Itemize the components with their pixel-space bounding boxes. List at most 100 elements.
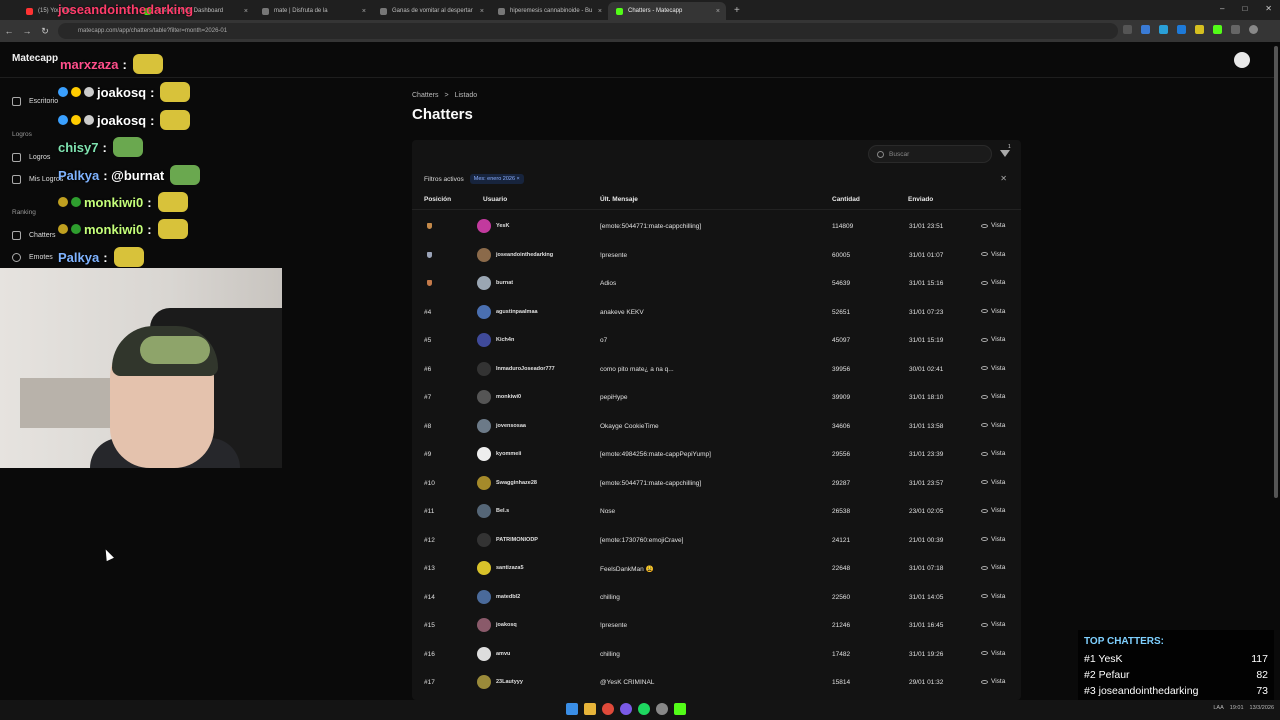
row-username: InmaduroJoseador777 xyxy=(496,365,555,372)
file-explorer-icon[interactable] xyxy=(584,703,596,715)
webcam-overlay xyxy=(0,268,282,468)
tab-close-icon[interactable]: × xyxy=(244,8,248,15)
table-row[interactable]: #11 Bel.s Nose 26538 23/01 02:05 Vista xyxy=(412,497,1021,526)
kick-icon[interactable] xyxy=(674,703,686,715)
reload-icon[interactable]: ↻ xyxy=(36,26,54,37)
row-count: 29556 xyxy=(832,451,851,458)
view-button[interactable]: Vista xyxy=(981,564,1005,571)
browser-tab[interactable]: hiperemesis cannabinoide - Bu × xyxy=(490,2,608,20)
extension-icon[interactable] xyxy=(1177,25,1186,34)
sidebar-item-chatters[interactable]: Chatters xyxy=(12,231,55,240)
column-last-message[interactable]: Últ. Mensaje xyxy=(600,196,638,203)
close-window-button[interactable]: ✕ xyxy=(1265,4,1272,13)
view-button[interactable]: Vista xyxy=(981,621,1005,628)
extensions-menu-icon[interactable] xyxy=(1231,25,1240,34)
bookmark-icon[interactable] xyxy=(1123,25,1132,34)
brand-logo[interactable]: Matecapp xyxy=(12,53,58,64)
tab-close-icon[interactable]: × xyxy=(598,8,602,15)
maximize-button[interactable]: □ xyxy=(1242,4,1247,13)
eye-icon xyxy=(981,309,988,313)
view-button[interactable]: Vista xyxy=(981,422,1005,429)
sidebar-item-mis-logros[interactable]: Mis Logros xyxy=(12,175,63,184)
table-row[interactable]: #10 Swagginhaze28 [emote:5044771:mate-capp… xyxy=(412,469,1021,498)
browser-tab[interactable]: Chatters - Matecapp × xyxy=(608,2,726,20)
filter-chip-month[interactable]: Mes: enero 2026 × xyxy=(469,174,524,184)
view-button[interactable]: Vista xyxy=(981,450,1005,457)
row-username: jovensosaa xyxy=(496,422,526,429)
back-icon[interactable]: ← xyxy=(0,26,18,36)
table-row[interactable]: #4 agustinpaalmaa anakeve KEKV 52651 31/01 0… xyxy=(412,298,1021,327)
browser-tab[interactable]: mate | Disfruta de la × xyxy=(254,2,372,20)
filter-icon[interactable] xyxy=(1000,150,1010,157)
app-icon[interactable] xyxy=(656,703,668,715)
tab-favicon-icon xyxy=(26,7,33,15)
tray-date[interactable]: 13/3/2026 xyxy=(1250,705,1274,711)
breadcrumb-chatters[interactable]: Chatters xyxy=(412,92,438,99)
windows-start-icon[interactable] xyxy=(566,703,578,715)
sidebar-item-logros[interactable]: Logros xyxy=(12,153,50,162)
extension-icon[interactable] xyxy=(1213,25,1222,34)
table-row[interactable]: YesK [emote:5044771:mate-cappchilling] 114… xyxy=(412,212,1021,241)
table-row[interactable]: #14 matedbl2 chilling 22560 31/01 14:05 Vista xyxy=(412,583,1021,612)
view-button[interactable]: Vista xyxy=(981,393,1005,400)
view-button[interactable]: Vista xyxy=(981,479,1005,486)
search-input[interactable]: Buscar xyxy=(868,145,992,163)
table-row[interactable]: #13 santizaza5 FeelsDankMan 😩 22648 31/01 07… xyxy=(412,554,1021,583)
column-position[interactable]: Posición xyxy=(424,196,451,203)
column-sent[interactable]: Enviado xyxy=(908,196,933,203)
chat-username: joakosq xyxy=(97,112,147,128)
column-count[interactable]: Cantidad xyxy=(832,196,860,203)
tab-close-icon[interactable]: × xyxy=(480,8,484,15)
sidebar-item-emotes[interactable]: Emotes xyxy=(12,253,53,262)
view-button[interactable]: Vista xyxy=(981,336,1005,343)
browser-tab[interactable]: Ganas de vomitar al despertar × xyxy=(372,2,490,20)
spotify-icon[interactable] xyxy=(638,703,650,715)
forward-icon[interactable]: → xyxy=(18,26,36,36)
table-row[interactable]: #5 Kich4n o7 45097 31/01 15:19 Vista xyxy=(412,326,1021,355)
sidebar-item-escritorio[interactable]: Escritorio xyxy=(12,97,58,106)
view-button[interactable]: Vista xyxy=(981,308,1005,315)
top-chatter-row: #2 Pefaur 82 xyxy=(1084,667,1268,683)
view-button[interactable]: Vista xyxy=(981,279,1005,286)
view-button[interactable]: Vista xyxy=(981,536,1005,543)
view-button[interactable]: Vista xyxy=(981,365,1005,372)
extension-icon[interactable] xyxy=(1195,25,1204,34)
table-row[interactable]: #12 PATRIMONIODP [emote:1730760:emojiCrave… xyxy=(412,526,1021,555)
table-row[interactable]: joseandointhedarking !presente 60005 31/01 … xyxy=(412,241,1021,270)
view-button[interactable]: Vista xyxy=(981,650,1005,657)
page-scrollbar[interactable] xyxy=(1274,46,1278,498)
view-button[interactable]: Vista xyxy=(981,222,1005,229)
tab-close-icon[interactable]: × xyxy=(362,8,366,15)
table-row[interactable]: #8 jovensosaa Okayge CookieTime 34606 31/01 … xyxy=(412,412,1021,441)
tray-language[interactable]: LAA xyxy=(1213,705,1223,711)
user-avatar[interactable] xyxy=(1234,52,1250,68)
obs-icon[interactable] xyxy=(620,703,632,715)
tab-close-icon[interactable]: × xyxy=(716,8,720,15)
view-button[interactable]: Vista xyxy=(981,507,1005,514)
profile-icon[interactable] xyxy=(1249,25,1258,34)
row-count: 24121 xyxy=(832,536,851,544)
extension-icon[interactable] xyxy=(1141,25,1150,34)
table-row[interactable]: burnat Adios 54639 31/01 15:16 Vista xyxy=(412,269,1021,298)
row-last-message: [emote:5044771:mate-cappchilling] xyxy=(600,479,702,487)
row-sent: 31/01 23:51 xyxy=(909,223,944,230)
chrome-icon[interactable] xyxy=(602,703,614,715)
url-input[interactable]: matecapp.com/app/chatters/table?filter=m… xyxy=(58,23,1118,39)
table-row[interactable]: #16 amvu chilling 17482 31/01 19:26 Vista xyxy=(412,640,1021,669)
view-button[interactable]: Vista xyxy=(981,678,1005,685)
table-row[interactable]: #9 kyommeii [emote:4984256:mate-cappPepiYu… xyxy=(412,440,1021,469)
chat-message: marxzaza: xyxy=(60,54,163,74)
view-button[interactable]: Vista xyxy=(981,593,1005,600)
table-row[interactable]: #7 monkiwi0 pepiHype 39909 31/01 18:10 Vista xyxy=(412,383,1021,412)
new-tab-button[interactable]: + xyxy=(734,5,740,16)
column-user[interactable]: Usuario xyxy=(483,196,507,203)
table-row[interactable]: #17 23Lautyyy @YesK CRIMINAL 15814 29/01 01:… xyxy=(412,668,1021,697)
extension-icon[interactable] xyxy=(1159,25,1168,34)
table-row[interactable]: #15 joakosq !presente 21246 31/01 16:45 Vista xyxy=(412,611,1021,640)
minimize-button[interactable]: – xyxy=(1220,4,1224,13)
view-button[interactable]: Vista xyxy=(981,251,1005,258)
clear-filters-button[interactable]: ✕ xyxy=(1000,174,1007,183)
tray-time[interactable]: 19:01 xyxy=(1230,705,1244,711)
table-row[interactable]: #6 InmaduroJoseador777 como pito mate¿ a n… xyxy=(412,355,1021,384)
avatar xyxy=(477,418,491,433)
